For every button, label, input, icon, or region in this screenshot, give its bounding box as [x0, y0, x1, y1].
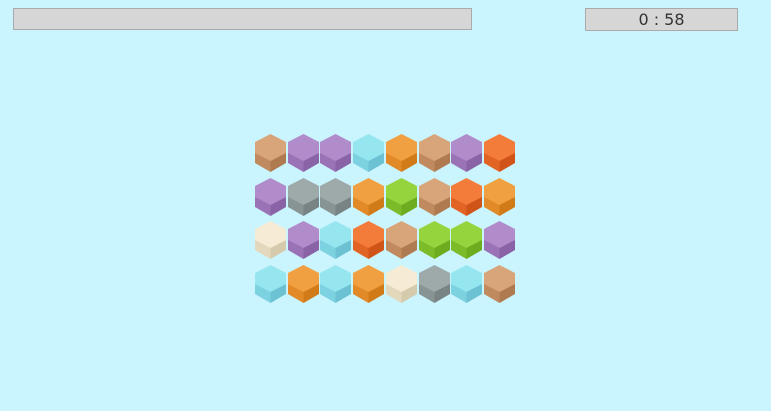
hex-tile-orange[interactable] [352, 264, 385, 306]
hex-tile-orange[interactable] [287, 264, 320, 306]
hex-tile-orange[interactable] [352, 177, 385, 219]
hex-tile-gray[interactable] [319, 177, 352, 219]
timer-text: 0 : 58 [638, 10, 685, 29]
hex-tile-gray[interactable] [418, 264, 451, 306]
hex-tile-red[interactable] [352, 220, 385, 262]
hex-tile-purple[interactable] [254, 177, 287, 219]
hex-tile-red[interactable] [450, 177, 483, 219]
hex-tile-cyan[interactable] [319, 264, 352, 306]
hex-tile-green[interactable] [450, 220, 483, 262]
hex-tile-purple[interactable] [450, 133, 483, 175]
hex-tile-purple[interactable] [287, 133, 320, 175]
hex-tile-orange[interactable] [385, 133, 418, 175]
timer: 0 : 58 [585, 8, 738, 31]
hex-tile-tan[interactable] [254, 133, 287, 175]
hex-tile-cream[interactable] [254, 220, 287, 262]
hex-tile-purple[interactable] [287, 220, 320, 262]
hex-tile-green[interactable] [418, 220, 451, 262]
hex-tile-tan[interactable] [418, 177, 451, 219]
hex-tile-red[interactable] [483, 133, 516, 175]
hex-tile-tan[interactable] [418, 133, 451, 175]
hex-tile-cyan[interactable] [450, 264, 483, 306]
hex-tile-gray[interactable] [287, 177, 320, 219]
hex-tile-cyan[interactable] [254, 264, 287, 306]
hex-tile-cyan[interactable] [319, 220, 352, 262]
progress-bar [13, 8, 472, 30]
hex-tile-cyan[interactable] [352, 133, 385, 175]
hex-tile-green[interactable] [385, 177, 418, 219]
hex-tile-tan[interactable] [385, 220, 418, 262]
hex-tile-cream[interactable] [385, 264, 418, 306]
hex-tile-orange[interactable] [483, 177, 516, 219]
hex-tile-purple[interactable] [319, 133, 352, 175]
hex-tile-tan[interactable] [483, 264, 516, 306]
hex-tile-purple[interactable] [483, 220, 516, 262]
tile-board [254, 133, 518, 307]
